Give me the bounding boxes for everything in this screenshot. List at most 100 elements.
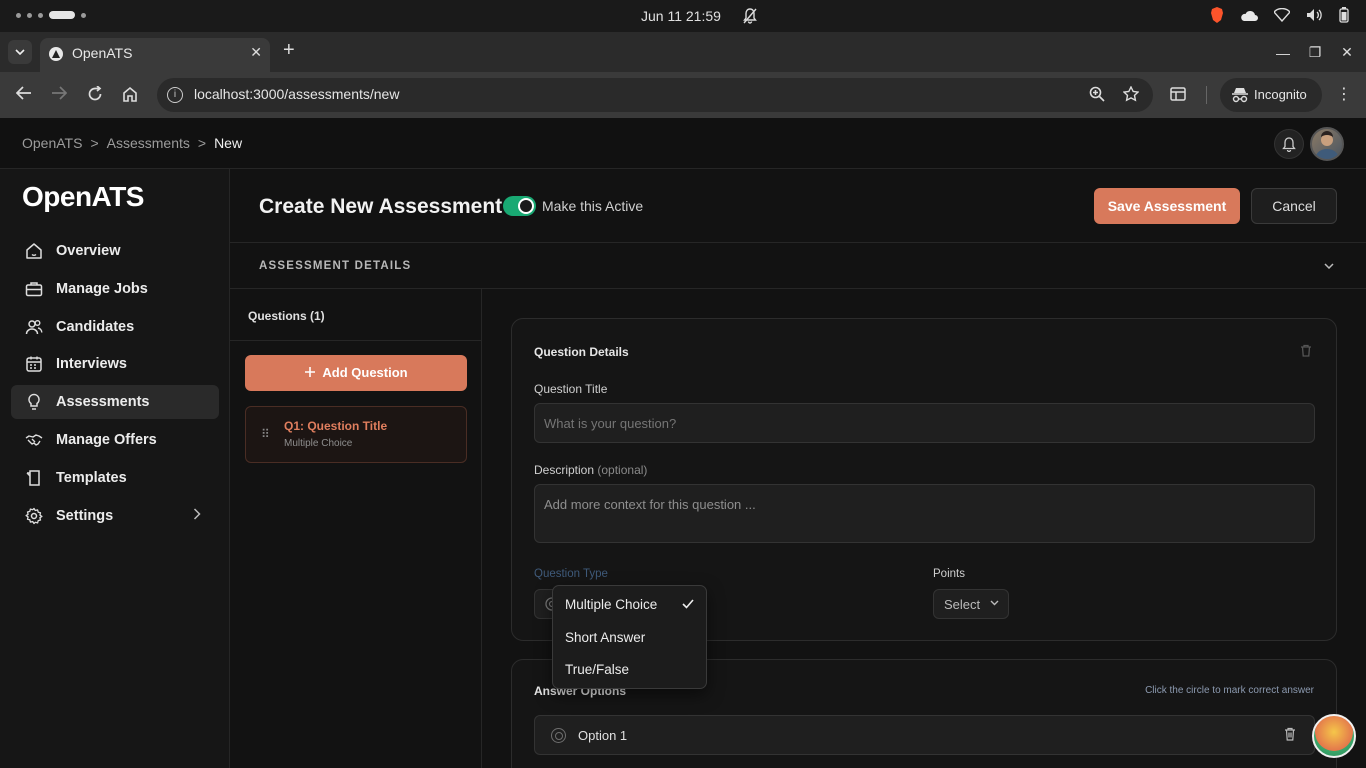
browser-toolbar: i localhost:3000/assessments/new Incogni… [0,72,1366,118]
sidebar-item-templates[interactable]: Templates [11,461,219,495]
sidebar-item-label: Candidates [56,319,135,335]
dropdown-option-short-answer[interactable]: Short Answer [565,630,645,645]
reload-icon[interactable] [87,85,103,107]
gear-icon [25,507,43,525]
save-assessment-button[interactable]: Save Assessment [1094,188,1240,224]
home-button-icon[interactable] [122,86,138,107]
volume-icon[interactable] [1306,8,1322,27]
browser-tab-strip: OpenATS ✕ [0,32,1366,72]
incognito-label: Incognito [1254,87,1307,102]
sidebar-item-label: Templates [56,470,127,486]
dropdown-option-true-false[interactable]: True/False [565,662,629,677]
description-textarea[interactable]: Add more context for this question ... [534,484,1315,543]
checkmark-icon [682,596,694,612]
incognito-icon [1231,87,1249,108]
points-select[interactable]: Select [933,589,1009,619]
notifications-muted-icon [743,8,757,29]
os-top-bar: Jun 11 21:59 [0,0,1366,32]
lightbulb-icon [25,393,43,411]
question-type-label: Question Type [534,568,608,580]
floating-assistant-avatar[interactable] [1312,714,1356,758]
bookmark-star-icon[interactable] [1122,85,1140,107]
toggle-knob [518,198,534,214]
browser-menu-icon[interactable]: ⋮ [1336,84,1352,104]
window-controls: — ❐ ✕ [1276,44,1354,61]
sidebar-item-interviews[interactable]: Interviews [11,347,219,381]
sidebar-item-label: Interviews [56,356,127,372]
users-icon [25,318,43,336]
sidebar-item-manage-offers[interactable]: Manage Offers [11,423,219,457]
workspace-indicator[interactable] [16,11,86,19]
question-type-dropdown: Multiple Choice Short Answer True/False [552,585,707,689]
drag-handle-icon[interactable]: ⠿ [261,427,270,441]
chevron-right-icon [193,507,201,523]
main-content: Create New Assessment Make this Active S… [230,169,1366,768]
breadcrumb-assessments[interactable]: Assessments [107,135,190,151]
notifications-bell-icon[interactable] [1274,129,1304,159]
site-info-icon[interactable]: i [167,87,183,103]
side-panel-icon[interactable] [1170,86,1186,107]
toolbar-divider [1206,86,1207,104]
incognito-indicator[interactable]: Incognito [1220,78,1322,112]
battery-icon[interactable] [1338,7,1350,28]
plus-icon [304,356,316,392]
breadcrumb-openats[interactable]: OpenATS [22,135,82,151]
browser-tab[interactable]: OpenATS ✕ [40,38,270,72]
optional-tag: (optional) [597,463,648,477]
description-label-text: Description [534,463,595,477]
description-label: Description (optional) [534,463,647,477]
divider [230,340,481,341]
answer-option-input[interactable]: Option 1 [578,728,627,743]
page-title: Create New Assessment [259,195,503,218]
correct-answer-radio[interactable] [551,728,566,743]
question-list-item[interactable]: ⠿ Q1: Question Title Multiple Choice [245,406,467,463]
question-title-label: Question Title [534,382,608,396]
add-question-button[interactable]: Add Question [245,355,467,391]
dropdown-option-multiple-choice[interactable]: Multiple Choice [565,597,657,612]
brand-logo[interactable]: OpenATS [22,181,144,213]
tab-search-button[interactable] [8,40,32,64]
question-item-title: Q1: Question Title [284,419,388,433]
app-header: OpenATS > Assessments > New [0,118,1366,169]
add-question-label: Add Question [322,365,408,380]
zoom-icon[interactable] [1089,86,1105,107]
questions-panel: Questions (1) Add Question ⠿ Q1: Questio… [230,289,482,768]
question-title-input[interactable] [534,403,1315,443]
breadcrumb-current: New [214,135,243,151]
wifi-icon[interactable] [1273,7,1291,27]
forward-icon[interactable] [51,86,68,105]
chevron-down-icon [990,597,999,609]
template-icon [25,469,43,487]
favicon-icon [49,47,63,61]
assessment-details-accordion[interactable]: ASSESSMENT DETAILS [230,242,1366,289]
sidebar-item-assessments[interactable]: Assessments [11,385,219,419]
url-text[interactable]: localhost:3000/assessments/new [194,86,399,102]
handshake-icon [25,431,43,449]
delete-option-icon[interactable] [1284,727,1296,746]
sidebar-item-manage-jobs[interactable]: Manage Jobs [11,272,219,306]
chevron-down-icon[interactable] [1324,257,1334,272]
system-clock[interactable]: Jun 11 21:59 [641,8,721,24]
sidebar-item-overview[interactable]: Overview [11,234,219,268]
minimize-icon[interactable]: — [1276,45,1290,61]
sidebar-item-candidates[interactable]: Candidates [11,310,219,344]
back-icon[interactable] [15,86,32,105]
answer-option-row: Option 1 [534,715,1315,755]
new-tab-button[interactable]: + [283,40,295,60]
close-window-icon[interactable]: ✕ [1340,44,1354,61]
breadcrumb: OpenATS > Assessments > New [22,135,242,151]
active-toggle[interactable] [503,196,536,216]
delete-question-icon[interactable] [1300,344,1312,362]
sidebar-item-settings[interactable]: Settings [11,499,219,533]
sidebar-item-label: Settings [56,508,114,524]
user-avatar[interactable] [1310,127,1344,161]
calendar-icon [25,355,43,373]
cloud-icon[interactable] [1240,9,1258,27]
question-item-type: Multiple Choice [284,438,353,449]
maximize-icon[interactable]: ❐ [1308,44,1322,61]
tab-close-icon[interactable]: ✕ [250,44,262,61]
cancel-button[interactable]: Cancel [1251,188,1337,224]
brave-icon[interactable] [1210,7,1224,28]
address-bar[interactable]: i localhost:3000/assessments/new [157,78,1153,112]
questions-header: Questions (1) [248,309,325,323]
